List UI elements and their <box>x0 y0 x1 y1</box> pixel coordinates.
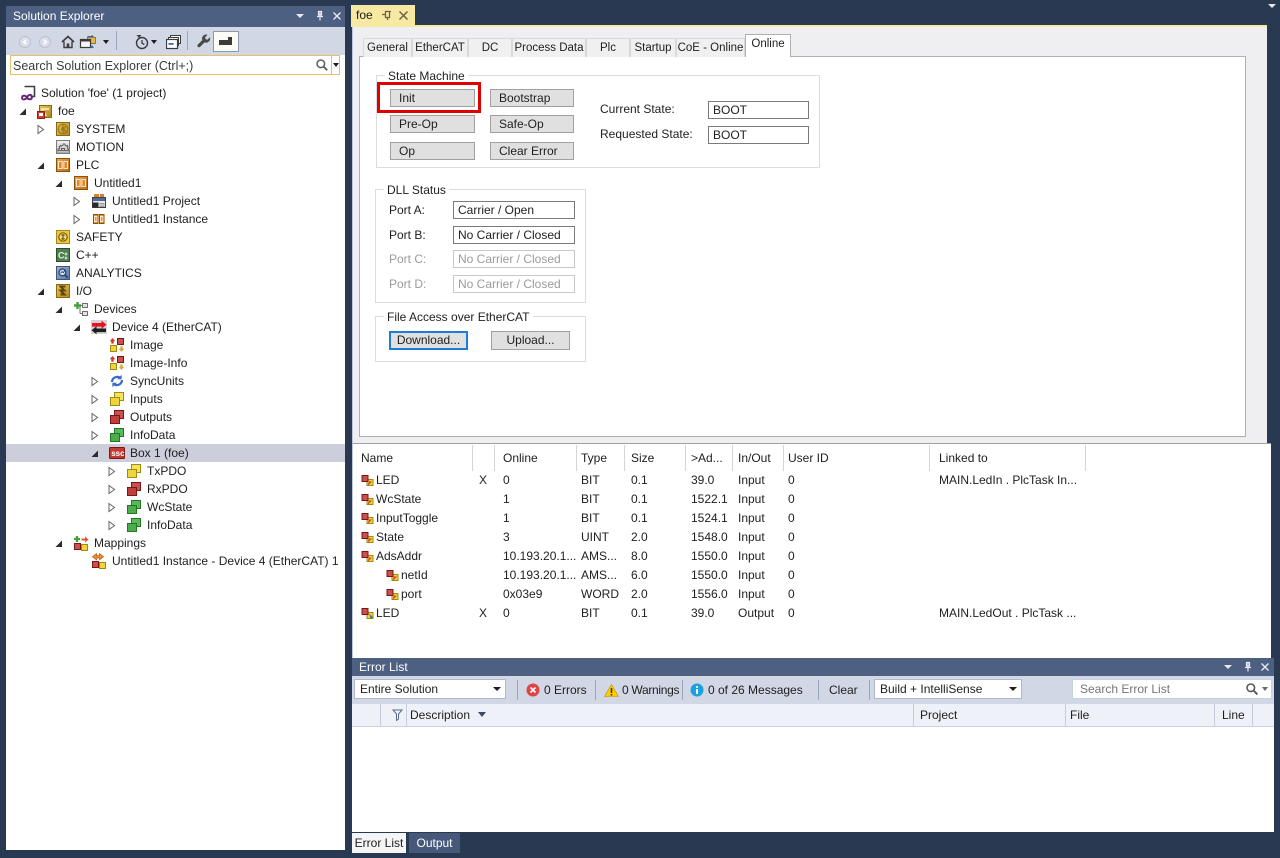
svg-text:ssc: ssc <box>111 449 125 458</box>
svg-text:C: C <box>58 251 65 261</box>
